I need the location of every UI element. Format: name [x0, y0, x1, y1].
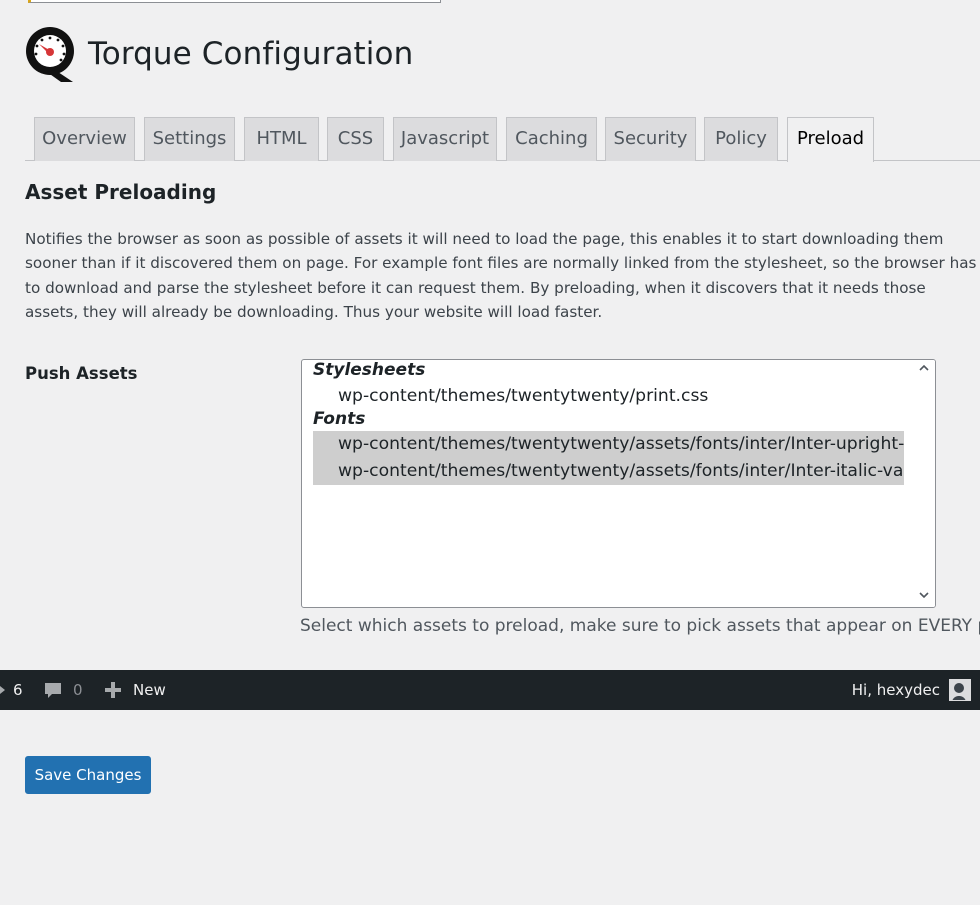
section-title: Asset Preloading [25, 180, 217, 204]
option-inter-upright[interactable]: wp-content/themes/twentytwenty/assets/fo… [313, 431, 904, 458]
avatar [949, 679, 971, 701]
tab-settings[interactable]: Settings [144, 117, 235, 161]
comments-count: 0 [73, 681, 83, 699]
updates-count: 6 [13, 681, 23, 699]
adminbar-comments[interactable]: 0 [43, 670, 83, 710]
page-header: Torque Configuration [25, 24, 413, 84]
push-assets-label: Push Assets [25, 364, 138, 383]
optgroup-fonts: Fonts [313, 409, 366, 429]
option-inter-italic[interactable]: wp-content/themes/twentytwenty/assets/fo… [313, 458, 904, 485]
adminbar-account[interactable]: Hi, hexydec [852, 670, 971, 710]
torque-logo-icon [26, 27, 74, 82]
adminbar-new[interactable]: New [104, 670, 166, 710]
greeting-text: Hi, hexydec [851, 681, 940, 699]
scroll-down-icon[interactable] [917, 589, 931, 603]
option-print-css[interactable]: wp-content/themes/twentytwenty/print.css [313, 383, 904, 410]
section-description: Notifies the browser as soon as possible… [25, 230, 977, 321]
plus-icon [105, 682, 121, 698]
admin-bar: 6 0 New Hi, hexydec [0, 670, 980, 710]
adminbar-updates[interactable]: 6 [0, 670, 23, 710]
push-assets-help: Select which assets to preload, make sur… [300, 616, 980, 636]
tab-javascript[interactable]: Javascript [393, 117, 497, 161]
tab-overview[interactable]: Overview [34, 117, 135, 161]
top-text-input[interactable] [28, 0, 441, 3]
save-changes-button[interactable]: Save Changes [25, 756, 151, 794]
select-scrollbar[interactable] [913, 360, 935, 607]
tab-bar: Overview Settings HTML CSS Javascript Ca… [25, 116, 980, 162]
optgroup-stylesheets: Stylesheets [313, 360, 426, 380]
comment-icon [45, 683, 61, 698]
new-label: New [133, 681, 166, 699]
scroll-up-icon[interactable] [917, 362, 931, 376]
tab-policy[interactable]: Policy [704, 117, 778, 161]
tab-preload[interactable]: Preload [787, 117, 874, 162]
tab-caching[interactable]: Caching [506, 117, 597, 161]
push-assets-select[interactable]: Stylesheets wp-content/themes/twentytwen… [301, 359, 936, 608]
tab-security[interactable]: Security [605, 117, 696, 161]
page-title: Torque Configuration [88, 36, 414, 72]
updates-icon [0, 686, 5, 694]
tab-css[interactable]: CSS [327, 117, 384, 161]
tab-html[interactable]: HTML [244, 117, 319, 161]
